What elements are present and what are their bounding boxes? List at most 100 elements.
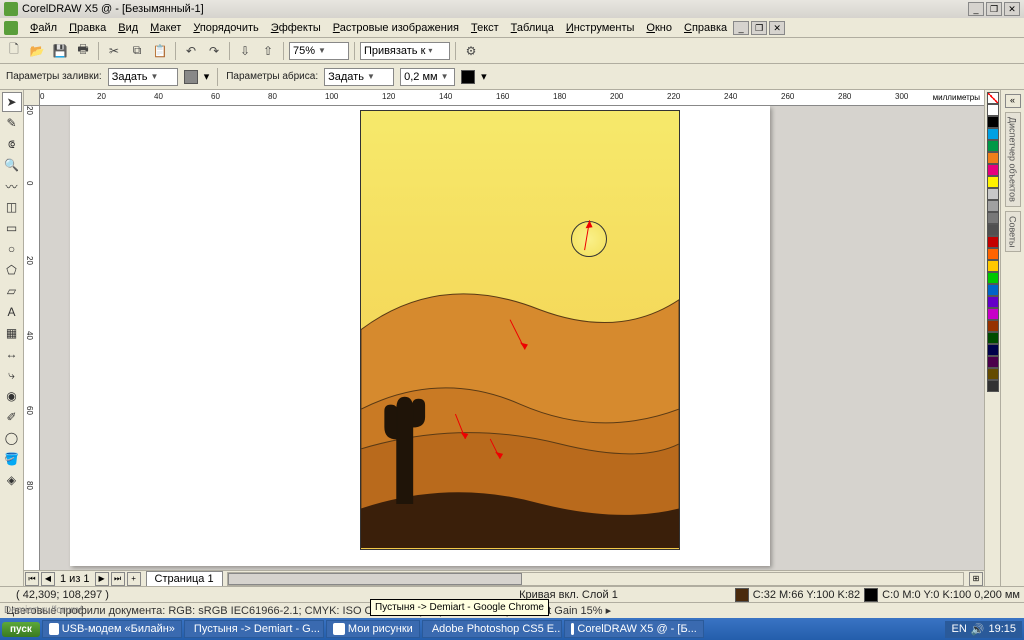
expand-dockers-button[interactable]: « <box>1005 94 1021 108</box>
palette-swatch[interactable] <box>987 152 999 164</box>
canvas[interactable] <box>40 106 984 570</box>
start-button[interactable]: пуск <box>2 622 40 637</box>
palette-swatch[interactable] <box>987 260 999 272</box>
undo-button[interactable]: ↶ <box>181 41 201 61</box>
minimize-button[interactable]: _ <box>968 2 984 16</box>
fill-select[interactable]: Задать▼ <box>108 68 178 86</box>
menu-Растровые изображения[interactable]: Растровые изображения <box>327 20 465 36</box>
taskbar-task[interactable]: Мои рисунки <box>326 620 420 638</box>
doc-restore-button[interactable]: ❐ <box>751 21 767 35</box>
palette-swatch[interactable] <box>987 224 999 236</box>
table-tool[interactable]: ▦ <box>2 323 22 343</box>
taskbar-task[interactable]: Adobe Photoshop CS5 E... <box>422 620 562 638</box>
palette-swatch[interactable] <box>987 380 999 392</box>
docker-tab-hints[interactable]: Советы <box>1005 211 1021 252</box>
snap-select[interactable]: Привязать к▾ <box>360 42 450 60</box>
pick-tool[interactable]: ➤ <box>2 92 22 112</box>
palette-swatch[interactable] <box>987 296 999 308</box>
palette-swatch[interactable] <box>987 212 999 224</box>
interactive-fill-tool[interactable]: ◈ <box>2 470 22 490</box>
menu-Правка[interactable]: Правка <box>63 20 112 36</box>
menu-Инструменты[interactable]: Инструменты <box>560 20 641 36</box>
menu-Эффекты[interactable]: Эффекты <box>265 20 327 36</box>
fill-tool[interactable]: 🪣 <box>2 449 22 469</box>
outline-width-select[interactable]: 0,2 мм▼ <box>400 68 455 86</box>
first-page-button[interactable]: ⏮ <box>25 572 39 586</box>
palette-swatch[interactable] <box>987 356 999 368</box>
new-button[interactable]: 🗋 <box>4 41 24 61</box>
redo-button[interactable]: ↷ <box>204 41 224 61</box>
close-button[interactable]: ✕ <box>1004 2 1020 16</box>
taskbar-task[interactable]: CorelDRAW X5 @ - [Б... <box>564 620 704 638</box>
zoom-tool[interactable]: 🔍 <box>2 155 22 175</box>
options-button[interactable]: ⚙ <box>461 41 481 61</box>
taskbar-task[interactable]: Пустыня -> Demiart - G... <box>184 620 324 638</box>
eyedropper-tool[interactable]: ✐ <box>2 407 22 427</box>
palette-swatch[interactable] <box>987 116 999 128</box>
export-button[interactable]: ⇧ <box>258 41 278 61</box>
palette-swatch[interactable] <box>987 248 999 260</box>
rectangle-tool[interactable]: ▭ <box>2 218 22 238</box>
ellipse-tool[interactable]: ○ <box>2 239 22 259</box>
menu-Текст[interactable]: Текст <box>465 20 505 36</box>
palette-swatch[interactable] <box>987 164 999 176</box>
freehand-tool[interactable]: 〰 <box>2 176 22 196</box>
nav-button[interactable]: ⊞ <box>969 572 983 586</box>
outline-select[interactable]: Задать▼ <box>324 68 394 86</box>
palette-swatch[interactable] <box>987 236 999 248</box>
menu-Файл[interactable]: Файл <box>24 20 63 36</box>
doc-close-button[interactable]: ✕ <box>769 21 785 35</box>
menu-Справка[interactable]: Справка <box>678 20 733 36</box>
print-button[interactable]: 🖶 <box>73 41 93 61</box>
outline-swatch[interactable] <box>461 70 475 84</box>
lang-indicator[interactable]: EN <box>951 623 966 635</box>
menu-Окно[interactable]: Окно <box>640 20 678 36</box>
open-button[interactable]: 📂 <box>27 41 47 61</box>
zoom-select[interactable]: 75%▼ <box>289 42 349 60</box>
status-outline-swatch[interactable] <box>864 588 878 602</box>
smart-fill-tool[interactable]: ◫ <box>2 197 22 217</box>
save-button[interactable]: 💾 <box>50 41 70 61</box>
status-fill-swatch[interactable] <box>735 588 749 602</box>
doc-minimize-button[interactable]: _ <box>733 21 749 35</box>
restore-button[interactable]: ❐ <box>986 2 1002 16</box>
palette-swatch[interactable] <box>987 368 999 380</box>
docker-tab-objects[interactable]: Диспетчер объектов <box>1005 112 1021 207</box>
import-button[interactable]: ⇩ <box>235 41 255 61</box>
palette-swatch[interactable] <box>987 344 999 356</box>
h-scrollbar[interactable] <box>227 572 964 586</box>
paste-button[interactable]: 📋 <box>150 41 170 61</box>
polygon-tool[interactable]: ⬠ <box>2 260 22 280</box>
system-tray[interactable]: EN 🔊 19:15 <box>945 621 1022 638</box>
taskbar-task[interactable]: USB-модем «Билайн» <box>42 620 182 638</box>
artwork[interactable] <box>360 110 680 550</box>
palette-swatch[interactable] <box>987 332 999 344</box>
basic-shapes-tool[interactable]: ▱ <box>2 281 22 301</box>
palette-swatch[interactable] <box>987 320 999 332</box>
text-tool[interactable]: A <box>2 302 22 322</box>
add-page-button[interactable]: + <box>127 572 141 586</box>
page-tab[interactable]: Страница 1 <box>146 571 223 587</box>
next-page-button[interactable]: ▶ <box>95 572 109 586</box>
dimension-tool[interactable]: ↔ <box>2 344 22 364</box>
cut-button[interactable]: ✂ <box>104 41 124 61</box>
outline-tool[interactable]: ◯ <box>2 428 22 448</box>
tray-icon[interactable]: 🔊 <box>971 623 985 636</box>
palette-swatch[interactable] <box>987 284 999 296</box>
no-color-swatch[interactable] <box>987 92 999 104</box>
palette-swatch[interactable] <box>987 200 999 212</box>
dunes[interactable] <box>361 111 679 548</box>
crop-tool[interactable]: ⟃ <box>2 134 22 154</box>
palette-swatch[interactable] <box>987 140 999 152</box>
connector-tool[interactable]: ⤷ <box>2 365 22 385</box>
menu-Таблица[interactable]: Таблица <box>505 20 560 36</box>
palette-swatch[interactable] <box>987 176 999 188</box>
shape-tool[interactable]: ✎ <box>2 113 22 133</box>
copy-button[interactable]: ⧉ <box>127 41 147 61</box>
palette-swatch[interactable] <box>987 128 999 140</box>
palette-swatch[interactable] <box>987 272 999 284</box>
palette-swatch[interactable] <box>987 308 999 320</box>
prev-page-button[interactable]: ◀ <box>41 572 55 586</box>
menu-Макет[interactable]: Макет <box>144 20 187 36</box>
menu-Вид[interactable]: Вид <box>112 20 144 36</box>
